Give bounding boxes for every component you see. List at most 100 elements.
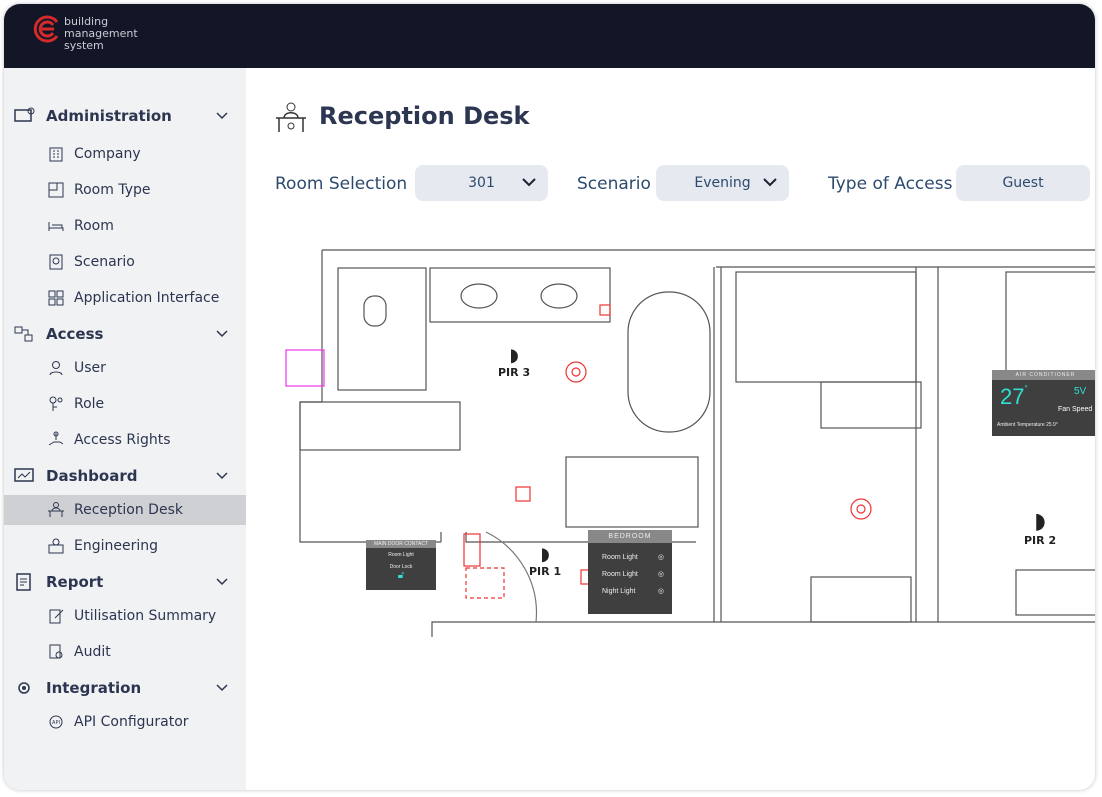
- app-window: building management system Administration …: [4, 4, 1095, 790]
- sidebar-item-label: Audit: [74, 644, 111, 660]
- scenario-label: Scenario: [577, 174, 651, 194]
- sidebar-section-label: Integration: [46, 679, 142, 697]
- chevron-down-icon[interactable]: [216, 469, 228, 481]
- toilet: [363, 295, 387, 327]
- panel-title: MAIN DOOR CONTACT: [366, 540, 436, 548]
- room-selection-value: 301: [468, 175, 495, 191]
- desk-right: [1015, 569, 1095, 616]
- scenario-dropdown[interactable]: Evening: [656, 165, 789, 201]
- sidebar-section-label: Access: [46, 325, 104, 343]
- light-icon: [850, 498, 872, 520]
- brand-line3: system: [64, 39, 104, 52]
- sidebar-section-dashboard[interactable]: Dashboard: [4, 461, 246, 491]
- divider-wall: [713, 266, 1095, 622]
- light-toggle-icon[interactable]: ◎: [658, 549, 664, 566]
- sidebar-item-room[interactable]: Room: [4, 211, 246, 241]
- room-light-label: Room Light: [602, 571, 638, 578]
- pir-sensor-3[interactable]: ◗ PIR 3: [498, 345, 530, 379]
- sidebar-item-label: Access Rights: [74, 432, 171, 448]
- sidebar-item-room-type[interactable]: Room Type: [4, 175, 246, 205]
- night-light-label: Night Light: [602, 588, 636, 595]
- sidebar-section-label: Dashboard: [46, 467, 138, 485]
- key-card-zone: [465, 567, 505, 599]
- sidebar-section-integration[interactable]: Integration: [4, 673, 246, 703]
- sidebar-item-api-configurator[interactable]: API API Configurator: [4, 707, 246, 737]
- motion-sensor-icon: ◗: [509, 345, 519, 366]
- chevron-down-icon[interactable]: [216, 109, 228, 121]
- bathroom-vanity: [429, 267, 611, 323]
- panel-title: AIR CONDITIONER: [992, 370, 1095, 380]
- bedroom-panel[interactable]: BEDROOM Room Light ◎ Room Light ◎ Night Li…: [588, 530, 672, 614]
- brand-logo[interactable]: building management system: [32, 14, 138, 52]
- ac-temperature-unit: °: [1024, 384, 1028, 393]
- sidebar-item-audit[interactable]: Audit: [4, 637, 246, 667]
- hand-key-icon: [48, 431, 64, 446]
- building-icon: [49, 147, 63, 162]
- sidebar-item-company[interactable]: Company: [4, 139, 246, 169]
- sidebar-item-label: Engineering: [74, 538, 158, 554]
- sidebar-item-engineering[interactable]: Engineering: [4, 531, 246, 561]
- sidebar: Administration Company Room Type Room Sc…: [4, 68, 246, 790]
- chevron-down-icon[interactable]: [216, 327, 228, 339]
- edit-doc-icon: [49, 609, 64, 624]
- floor-plan: [285, 249, 1095, 637]
- sidebar-item-application-interface[interactable]: Application Interface: [4, 283, 246, 313]
- sidebar-item-reception-desk[interactable]: Reception Desk: [4, 495, 246, 525]
- sidebar-item-user[interactable]: User: [4, 353, 246, 383]
- room-type-icon: [48, 182, 64, 198]
- type-of-access-value: Guest: [1002, 175, 1044, 191]
- integration-icon: [18, 682, 30, 694]
- bed-left: [735, 271, 917, 383]
- role-icon: [49, 396, 63, 411]
- reception-desk-icon: [276, 102, 306, 132]
- room-light-label: Room Light: [602, 554, 638, 561]
- type-of-access-label: Type of Access: [828, 174, 953, 194]
- sidebar-item-label: Application Interface: [74, 290, 220, 306]
- main-door-contact-panel[interactable]: MAIN DOOR CONTACT Room Light Door Lock 🔓…: [366, 540, 436, 590]
- access-icon: [14, 326, 33, 342]
- pir-label: PIR 1: [529, 565, 562, 578]
- pir-sensor-2[interactable]: ◗ PIR 2: [1024, 509, 1056, 547]
- sidebar-section-label: Report: [46, 573, 104, 591]
- engineering-icon: [48, 538, 64, 554]
- room-selection-label: Room Selection: [275, 174, 408, 194]
- pir-label: PIR 3: [498, 366, 531, 379]
- light-toggle-icon[interactable]: ◎: [658, 566, 664, 583]
- chevron-down-icon[interactable]: [216, 681, 228, 693]
- pir-label: PIR 2: [1024, 534, 1057, 547]
- chevron-down-icon[interactable]: [216, 575, 228, 587]
- scenario-icon: [49, 254, 63, 270]
- room-selection-dropdown[interactable]: 301: [415, 165, 548, 201]
- motion-sensor-icon: ◗: [540, 544, 550, 565]
- ac-temperature: 27: [1000, 384, 1025, 409]
- pir-sensor-1[interactable]: ◗ PIR 1: [529, 544, 561, 578]
- bed-icon: [48, 222, 64, 231]
- sidebar-item-scenario[interactable]: Scenario: [4, 247, 246, 277]
- ac-setpoint[interactable]: 5V: [1074, 386, 1086, 397]
- lock-icon[interactable]: 🔓︎: [366, 570, 436, 581]
- bed-right: [1005, 271, 1095, 383]
- sidebar-item-utilisation-summary[interactable]: Utilisation Summary: [4, 601, 246, 631]
- thermostat-icon: [515, 486, 531, 502]
- sink-right: [540, 283, 578, 309]
- sink-left: [460, 283, 498, 309]
- air-conditioner-panel[interactable]: AIR CONDITIONER 27° Ambient Temperature …: [992, 370, 1095, 436]
- light-icon: [565, 361, 587, 383]
- sofa: [810, 576, 912, 623]
- sidebar-section-report[interactable]: Report: [4, 567, 246, 597]
- panel-title: BEDROOM: [588, 530, 672, 543]
- type-of-access-dropdown[interactable]: Guest: [956, 165, 1090, 201]
- sidebar-section-access[interactable]: Access: [4, 319, 246, 349]
- bathtub: [627, 291, 711, 433]
- sidebar-section-administration[interactable]: Administration: [4, 101, 246, 131]
- top-bar: building management system: [4, 4, 1095, 68]
- sidebar-item-role[interactable]: Role: [4, 389, 246, 419]
- chevron-down-icon: [522, 178, 536, 187]
- light-toggle-icon[interactable]: ◎: [658, 583, 664, 600]
- sidebar-item-access-rights[interactable]: Access Rights: [4, 425, 246, 455]
- sidebar-item-label: Role: [74, 396, 105, 412]
- side-table: [820, 381, 922, 429]
- fan-speed-label: Fan Speed: [1058, 406, 1093, 413]
- chevron-down-icon: [763, 178, 777, 187]
- scenario-value: Evening: [694, 175, 751, 191]
